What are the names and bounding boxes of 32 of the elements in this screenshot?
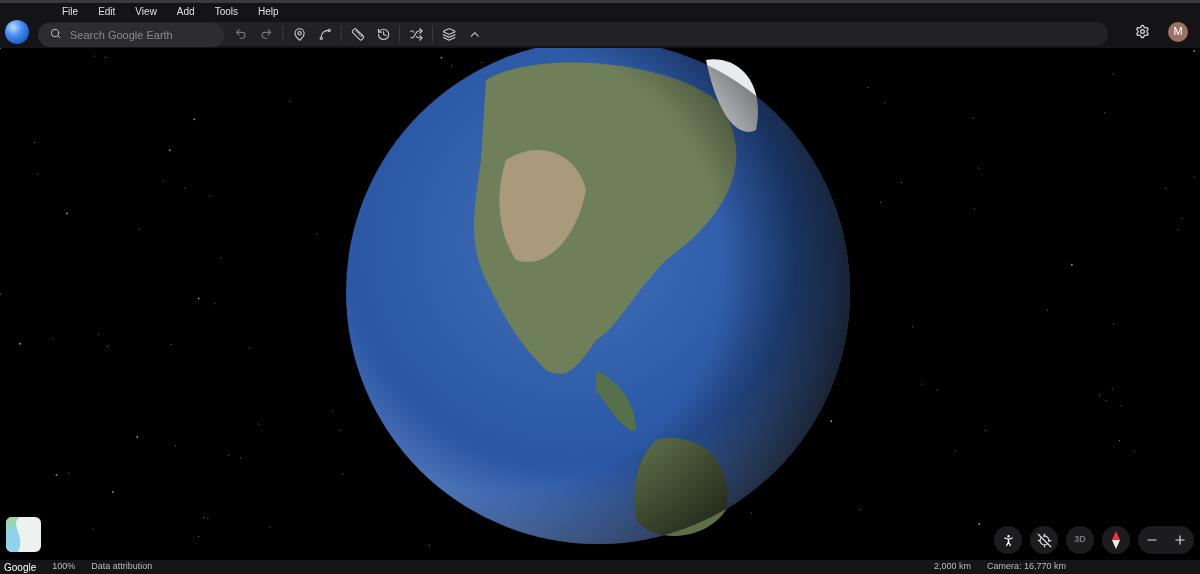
3d-toggle-button[interactable]: 3D: [1066, 526, 1094, 554]
location-off-button[interactable]: [1030, 526, 1058, 554]
account-avatar[interactable]: M: [1168, 21, 1188, 42]
plus-icon: [1173, 533, 1187, 547]
menu-item[interactable]: Tools: [214, 3, 238, 19]
menu-item[interactable]: Edit: [98, 3, 116, 19]
scale-label: 2,000 km: [933, 560, 971, 574]
redo-icon: [260, 27, 273, 41]
compass-button[interactable]: [1102, 526, 1130, 554]
compass-needle-icon: [1111, 531, 1121, 549]
history-icon: [376, 27, 390, 41]
map-pin-icon: [292, 27, 306, 41]
layers-icon: [442, 27, 456, 41]
crossed-arrows-icon: [409, 27, 423, 41]
map-style-thumbnail[interactable]: [6, 517, 41, 552]
search-field[interactable]: Search Google Earth: [38, 23, 224, 47]
menu-item[interactable]: Add: [176, 3, 195, 19]
settings-icon: [1134, 24, 1150, 39]
status-text: 100%: [52, 560, 76, 574]
location-off-icon: [1036, 532, 1052, 548]
menu-item[interactable]: File: [62, 3, 79, 19]
status-text[interactable]: Data attribution: [91, 560, 153, 574]
search-icon: [50, 28, 61, 39]
globe-logo-icon: [4, 18, 30, 45]
path-icon: [318, 27, 332, 41]
menu-item[interactable]: Help: [258, 3, 279, 19]
status-text: Google: [4, 560, 37, 574]
ruler-icon: [350, 27, 365, 41]
undo-icon: [234, 27, 248, 41]
camera-altitude: Camera: 16,770 km: [986, 560, 1066, 574]
menu-item[interactable]: View: [135, 3, 157, 19]
street-view-button[interactable]: [994, 526, 1022, 554]
